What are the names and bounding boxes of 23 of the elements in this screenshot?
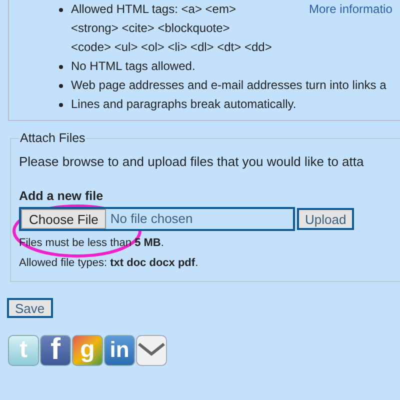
bullet-icon bbox=[59, 103, 63, 107]
bullet-icon bbox=[59, 8, 63, 12]
tip-text: Allowed HTML tags: <a> <em> bbox=[71, 1, 237, 18]
bullet-icon bbox=[59, 84, 63, 88]
description-text: Please browse to and upload files that you would like to atta bbox=[19, 152, 365, 171]
types-note: Allowed file types: txt doc docx pdf. bbox=[19, 256, 200, 270]
save-button[interactable]: Save bbox=[7, 298, 53, 318]
file-input-field[interactable]: Choose File No file chosen bbox=[19, 207, 295, 231]
tip-text: <strong> <cite> <blockquote> bbox=[71, 20, 231, 37]
file-status-text: No file chosen bbox=[110, 210, 193, 228]
letter-f-icon[interactable]: f bbox=[40, 334, 71, 366]
more-information-link[interactable]: More informatio bbox=[309, 0, 392, 19]
add-file-heading: Add a new file bbox=[19, 188, 104, 206]
tip-text: Web page addresses and e-mail addresses turn into links a bbox=[71, 77, 386, 94]
bullet-icon bbox=[59, 65, 63, 69]
choose-file-button[interactable]: Choose File bbox=[21, 209, 106, 229]
tip-text: <code> <ul> <ol> <li> <dl> <dt> <dd> bbox=[71, 39, 272, 56]
envelope-icon[interactable] bbox=[136, 334, 167, 366]
tip-text: No HTML tags allowed. bbox=[71, 58, 196, 75]
section-legend: Attach Files bbox=[19, 129, 86, 148]
tip-text: Lines and paragraphs break automatically. bbox=[71, 96, 296, 113]
upload-button[interactable]: Upload bbox=[297, 208, 354, 230]
letters-in-icon[interactable]: in bbox=[104, 334, 135, 366]
